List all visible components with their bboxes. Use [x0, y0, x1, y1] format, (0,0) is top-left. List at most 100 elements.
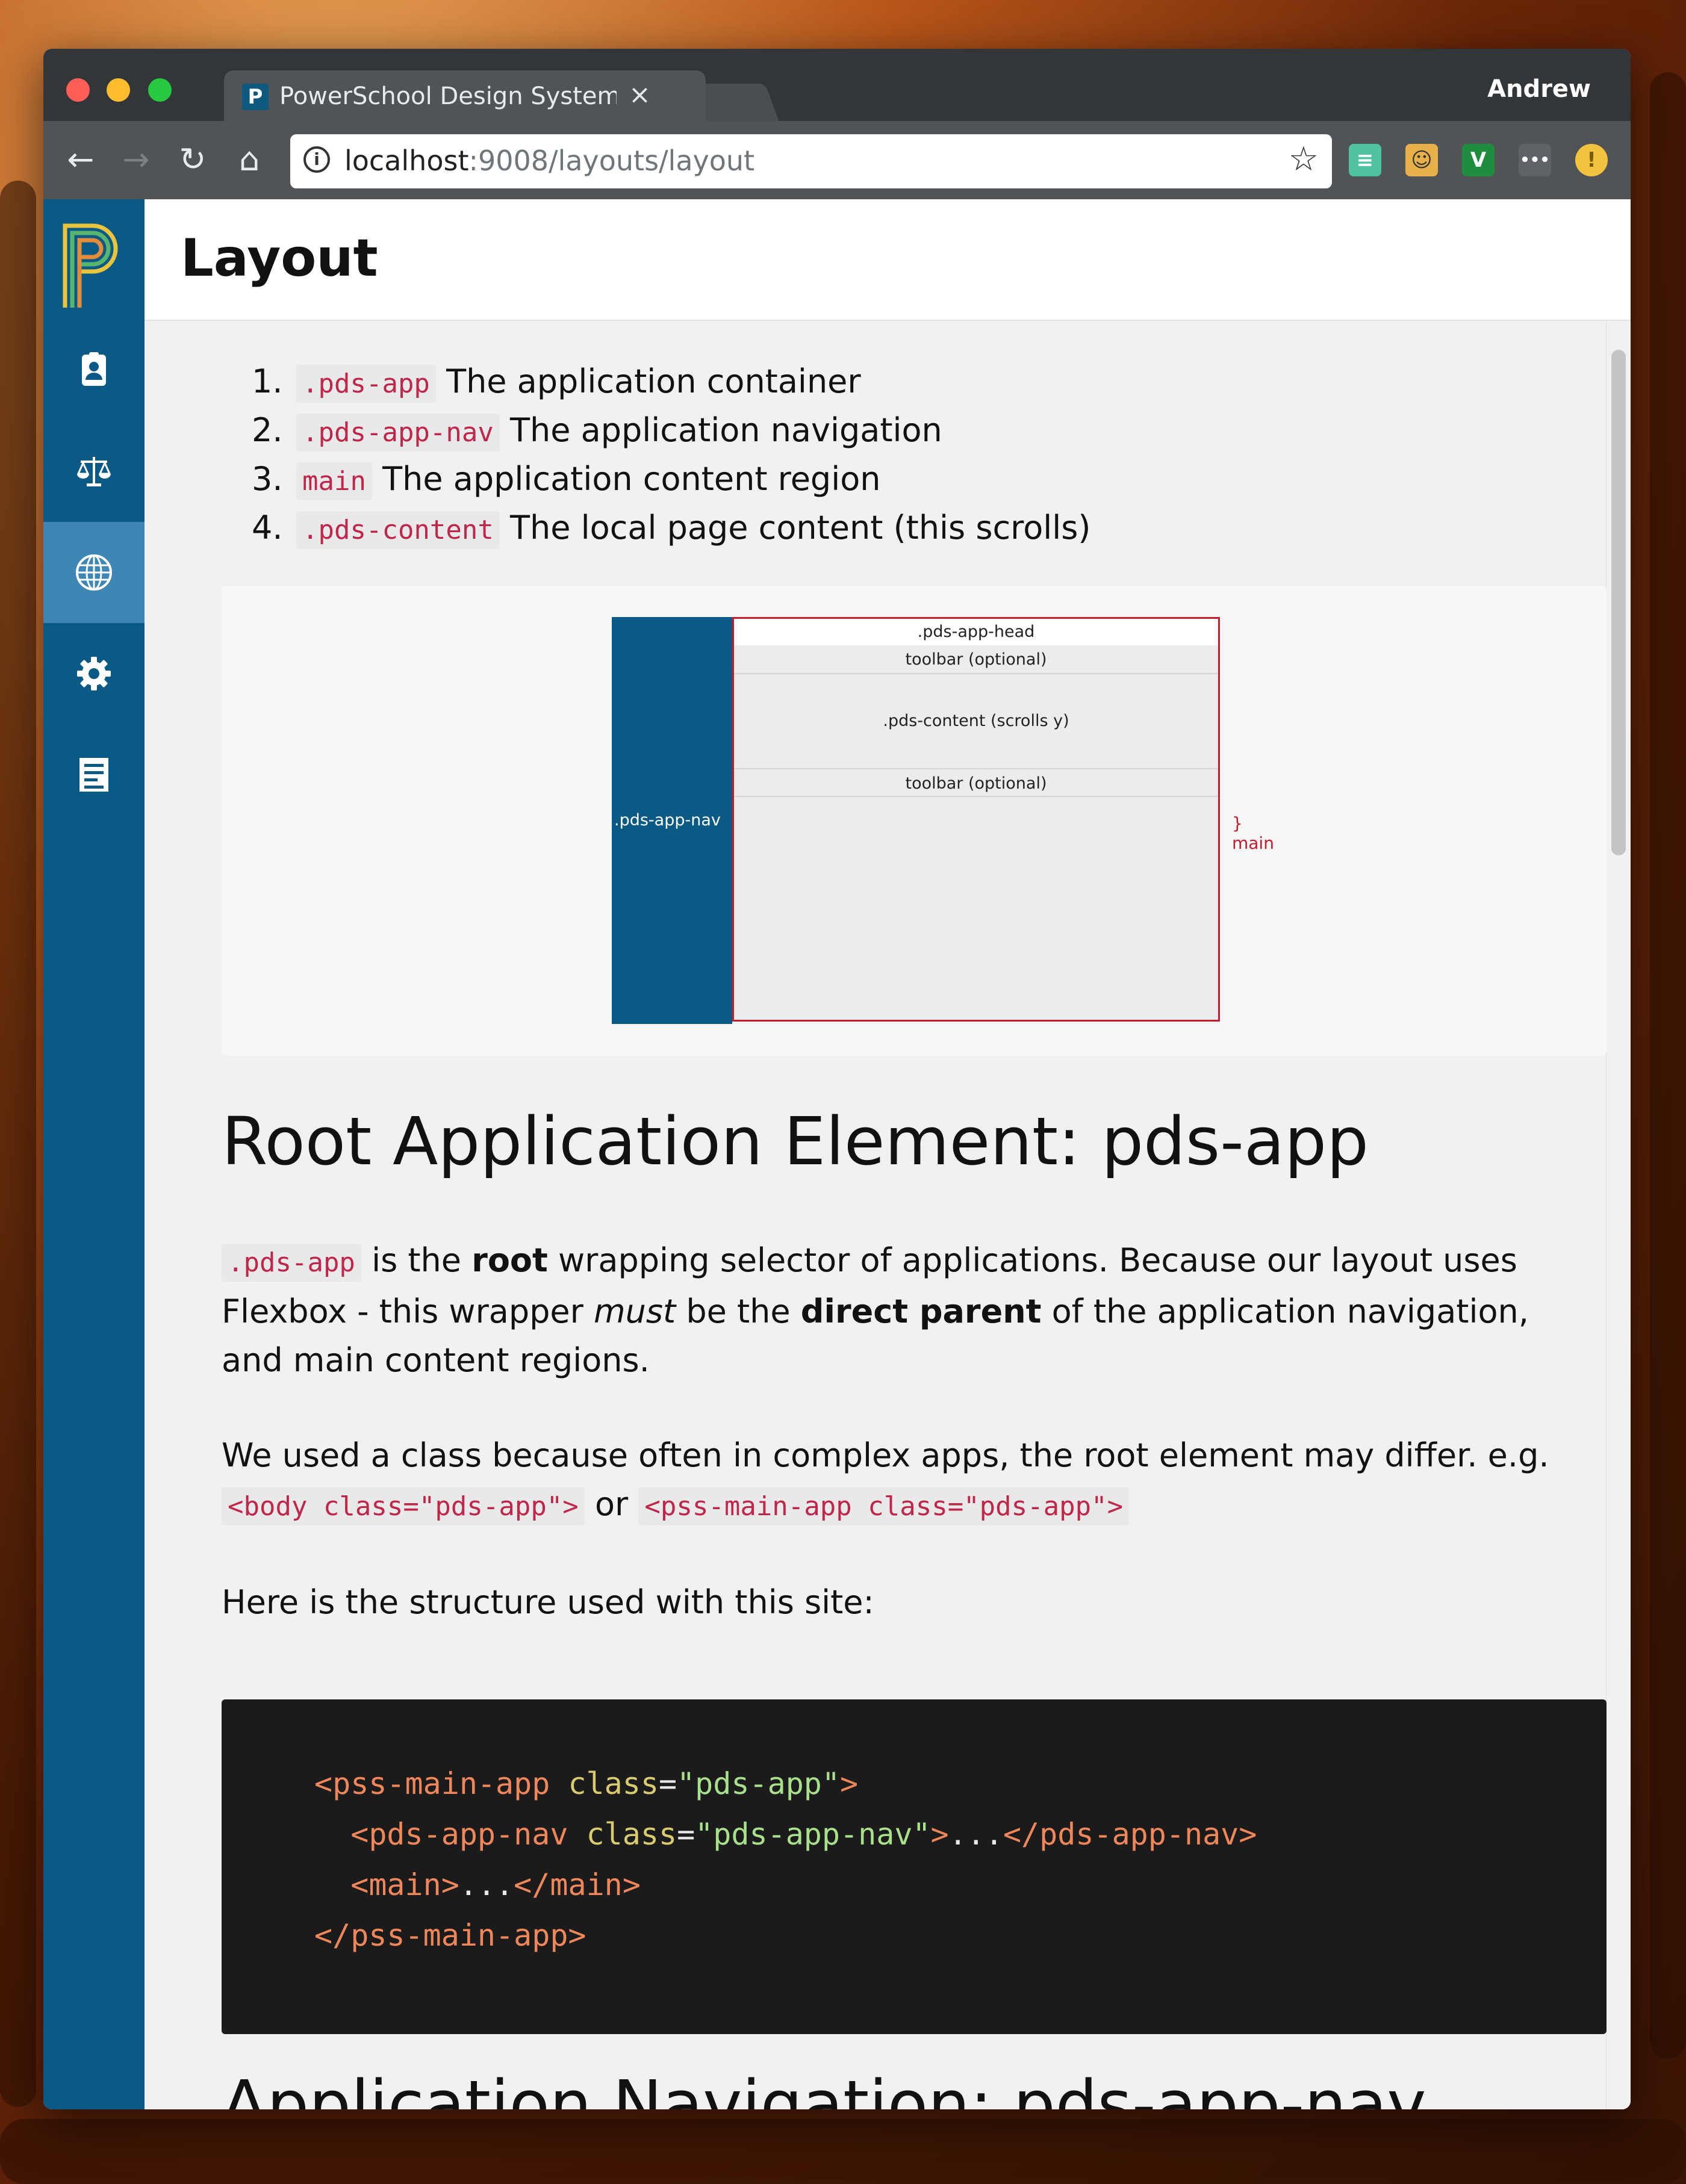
reload-icon[interactable]: ↻ — [175, 143, 211, 176]
inline-code: <body class="pds-app"> — [222, 1488, 585, 1525]
close-window-button[interactable] — [66, 78, 90, 102]
address-bar[interactable]: i localhost:9008/layouts/layout ☆ — [290, 134, 1332, 188]
code-listing: <pss-main-app class="pds-app"> <pds-app-… — [314, 1758, 1257, 1961]
list-text: The application content region — [372, 460, 881, 498]
gear-icon — [77, 657, 111, 690]
list-number: 3. — [252, 460, 283, 498]
code-token: class — [568, 1766, 659, 1801]
code-token: <pss-main-app — [314, 1766, 550, 1801]
code-token: </pss-main-app> — [314, 1918, 586, 1953]
tab-title: PowerSchool Design System S — [279, 82, 617, 110]
home-icon[interactable]: ⌂ — [231, 143, 267, 176]
code-token: "pds-app-nav" — [695, 1817, 931, 1852]
nav-item-globe[interactable] — [43, 522, 145, 623]
url-path: :9008/layouts/layout — [468, 144, 755, 177]
code-token: > — [930, 1817, 949, 1852]
content-scrollbar[interactable] — [1606, 321, 1631, 2109]
code-token: ... — [948, 1817, 1003, 1852]
nav-item-contacts[interactable] — [43, 320, 145, 421]
list-item: 3. main The application content region — [252, 454, 1090, 503]
page-header: Layout — [145, 199, 1631, 321]
page-content[interactable]: 1. .pds-app The application container 2..… — [145, 321, 1631, 2109]
scrollbar-thumb[interactable] — [1611, 350, 1626, 855]
extension-v-icon[interactable]: V — [1462, 144, 1495, 176]
extension-teal-icon[interactable]: ≡ — [1349, 144, 1381, 176]
layout-parts-list: 1. .pds-app The application container 2..… — [252, 357, 1090, 552]
powerschool-favicon-icon: P — [242, 84, 269, 110]
section-heading: Root Application Element: pds-app — [222, 1103, 1369, 1180]
list-item: 2. .pds-app-nav The application navigatio… — [252, 406, 1090, 454]
minimize-window-button[interactable] — [107, 78, 130, 102]
list-code: .pds-app — [296, 365, 436, 403]
diagram-content-label: .pds-content (scrolls y) — [734, 674, 1218, 768]
scales-icon — [76, 457, 111, 486]
nav-item-docs[interactable] — [43, 724, 145, 825]
diagram-nav-region: .pds-app-nav — [612, 617, 732, 1024]
extension-face-icon[interactable]: ☺ — [1405, 144, 1438, 176]
profile-name[interactable]: Andrew — [1487, 75, 1591, 103]
diagram-main-label: } main — [1232, 813, 1274, 853]
code-block: <pss-main-app class="pds-app"> <pds-app-… — [222, 1699, 1607, 2034]
code-token: ... — [459, 1867, 514, 1902]
browser-tab[interactable]: P PowerSchool Design System S × — [224, 70, 706, 121]
nav-item-settings[interactable] — [43, 623, 145, 724]
code-token: = — [658, 1766, 677, 1801]
list-number: 4. — [252, 509, 283, 547]
code-token: </main> — [514, 1867, 641, 1902]
star-icon[interactable]: ☆ — [1289, 141, 1319, 178]
page-title: Layout — [181, 228, 378, 288]
document-list-icon — [79, 758, 108, 792]
text: is the — [361, 1241, 472, 1279]
text: be the — [676, 1292, 801, 1330]
diagram-toolbar-bottom: toolbar (optional) — [734, 768, 1218, 797]
title-bar: P PowerSchool Design System S × Andrew — [43, 49, 1631, 121]
paragraph-structure-intro: Here is the structure used with this sit… — [222, 1583, 874, 1621]
layout-diagram: .pds-app-nav .pds-app-head toolbar (opti… — [222, 586, 1607, 1055]
list-number: 2. — [252, 411, 283, 449]
paragraph-class-note: We used a class because often in complex… — [222, 1431, 1594, 1531]
list-code: .pds-content — [296, 511, 500, 549]
text: We used a class because often in complex… — [222, 1436, 1549, 1474]
list-code: main — [296, 462, 372, 500]
code-token: "pds-app" — [677, 1766, 841, 1801]
globe-icon — [76, 554, 112, 591]
maximize-window-button[interactable] — [148, 78, 172, 102]
code-token: <pds-app-nav — [350, 1817, 568, 1852]
app-nav — [43, 199, 145, 2109]
diagram-toolbar-top: toolbar (optional) — [734, 645, 1218, 674]
diagram-nav-label: .pds-app-nav — [614, 811, 721, 830]
list-text: The local page content (this scrolls) — [499, 509, 1091, 547]
url-host: localhost — [344, 144, 469, 177]
code-token: <main> — [350, 1867, 459, 1902]
italic-text: must — [594, 1292, 676, 1330]
diagram-main-region: .pds-app-head toolbar (optional) .pds-co… — [732, 617, 1220, 1022]
extension-dots-icon[interactable]: ••• — [1519, 144, 1551, 176]
browser-toolbar: ← → ↻ ⌂ i localhost:9008/layouts/layout … — [43, 121, 1631, 199]
list-item: 4. .pds-content The local page content (t… — [252, 503, 1090, 552]
inline-code: <pss-main-app class="pds-app"> — [638, 1488, 1130, 1525]
diagram-figure: .pds-app-nav .pds-app-head toolbar (opti… — [612, 617, 1274, 1024]
powerschool-logo-icon[interactable] — [59, 217, 125, 314]
forward-icon[interactable]: → — [118, 143, 154, 176]
list-text: The application navigation — [499, 411, 942, 449]
code-token: </pds-app-nav> — [1003, 1817, 1257, 1852]
bold-text: direct parent — [800, 1292, 1042, 1330]
next-section-heading: Application Navigation: pds-app-nav — [222, 2066, 1426, 2109]
list-number: 1. — [252, 362, 283, 400]
browser-window: P PowerSchool Design System S × Andrew ←… — [43, 49, 1631, 2109]
code-token: = — [677, 1817, 695, 1852]
extension-alert-icon[interactable]: ! — [1575, 144, 1608, 176]
code-token: class — [586, 1817, 677, 1852]
list-item: 1. .pds-app The application container — [252, 357, 1090, 406]
url-text: localhost:9008/layouts/layout — [344, 144, 754, 178]
paragraph-root-element: .pds-app is the root wrapping selector o… — [222, 1236, 1594, 1385]
text: or — [584, 1485, 639, 1523]
contact-card-icon — [82, 352, 106, 386]
bold-text: root — [471, 1241, 548, 1279]
list-text: The application container — [435, 362, 861, 400]
tab-close-icon[interactable]: × — [629, 80, 651, 110]
info-icon[interactable]: i — [303, 146, 330, 173]
inline-code: .pds-app — [222, 1244, 361, 1282]
nav-item-balance[interactable] — [43, 421, 145, 522]
back-icon[interactable]: ← — [63, 143, 99, 176]
